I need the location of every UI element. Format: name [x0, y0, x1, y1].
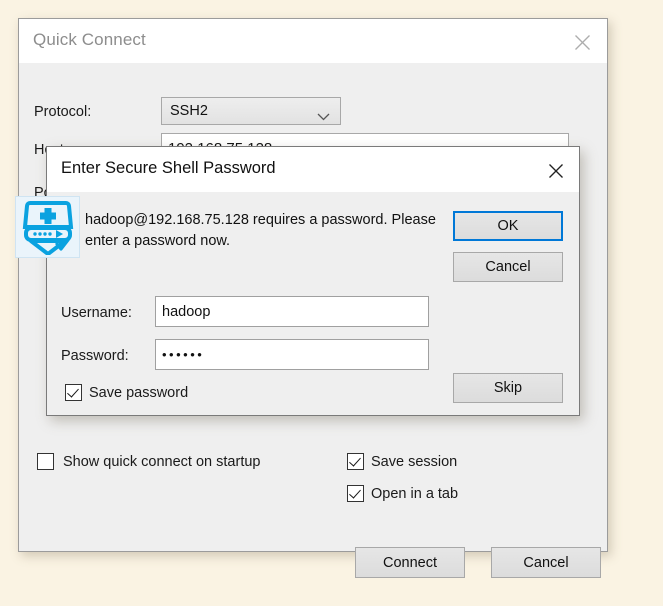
password-label: Password: — [61, 348, 129, 364]
ok-button[interactable]: OK — [453, 211, 563, 241]
connect-button[interactable]: Connect — [355, 547, 465, 578]
secure-shell-app-icon — [15, 196, 80, 258]
username-label: Username: — [61, 305, 132, 321]
password-dialog-body: hadoop@192.168.75.128 requires a passwor… — [47, 192, 579, 415]
quick-connect-cancel-button[interactable]: Cancel — [491, 547, 601, 578]
password-dialog-cancel-button[interactable]: Cancel — [453, 252, 563, 282]
show-quick-connect-on-startup-checkbox[interactable]: Show quick connect on startup — [37, 453, 260, 470]
open-in-a-tab-label: Open in a tab — [371, 485, 459, 502]
save-password-checkbox[interactable]: Save password — [65, 384, 188, 401]
close-icon[interactable] — [565, 25, 599, 55]
chevron-down-icon — [317, 108, 330, 126]
username-input[interactable] — [155, 296, 429, 327]
checkbox-box — [37, 453, 54, 470]
checkbox-box — [65, 384, 82, 401]
save-password-label: Save password — [89, 384, 189, 401]
save-session-checkbox[interactable]: Save session — [347, 453, 457, 470]
password-dialog-title: Enter Secure Shell Password — [61, 159, 276, 177]
open-in-a-tab-checkbox[interactable]: Open in a tab — [347, 485, 458, 502]
password-dialog-titlebar: Enter Secure Shell Password — [47, 147, 579, 192]
checkbox-box — [347, 485, 364, 502]
close-icon[interactable] — [539, 153, 573, 185]
show-quick-connect-label: Show quick connect on startup — [63, 453, 261, 470]
protocol-selected-value: SSH2 — [170, 103, 208, 119]
password-prompt-message: hadoop@192.168.75.128 requires a passwor… — [85, 212, 436, 249]
skip-button[interactable]: Skip — [453, 373, 563, 403]
quick-connect-titlebar: Quick Connect — [19, 19, 607, 63]
save-session-label: Save session — [371, 453, 458, 470]
checkbox-box — [347, 453, 364, 470]
password-input[interactable] — [155, 339, 429, 370]
page-title: Quick Connect — [33, 30, 146, 49]
enter-secure-shell-password-dialog: Enter Secure Shell Password hadoop@192.1… — [46, 146, 580, 416]
protocol-select[interactable]: SSH2 — [161, 97, 341, 125]
protocol-label: Protocol: — [34, 104, 92, 120]
